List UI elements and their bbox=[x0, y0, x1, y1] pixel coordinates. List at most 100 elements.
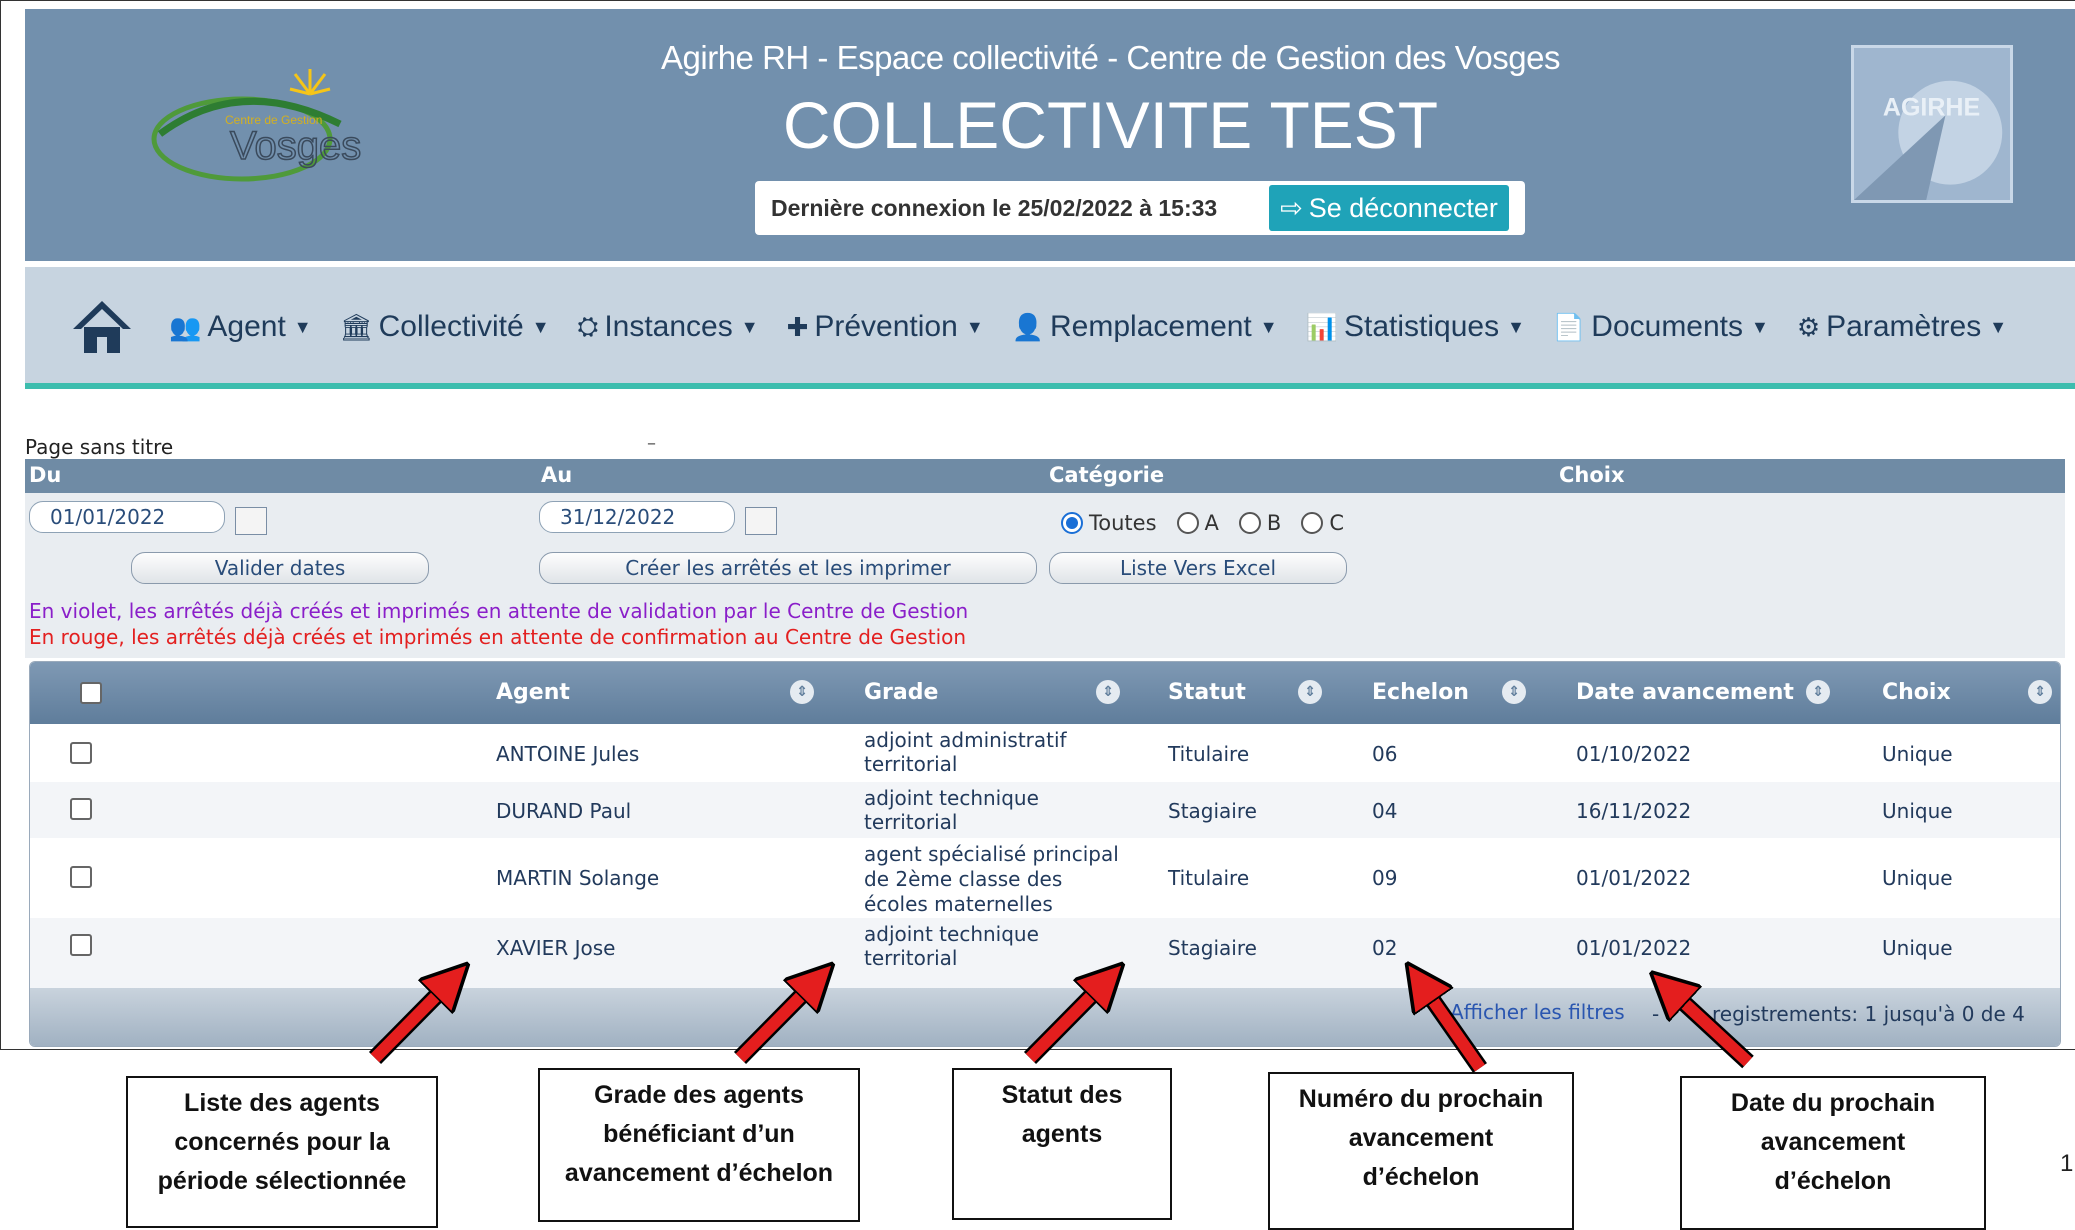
excel-export-button[interactable]: Liste Vers Excel bbox=[1049, 552, 1347, 584]
date-from-input[interactable]: 01/01/2022 bbox=[29, 501, 225, 533]
validate-dates-button[interactable]: Valider dates bbox=[131, 552, 429, 584]
table-row[interactable]: XAVIER Jose adjoint technique territorial… bbox=[30, 918, 2060, 988]
page-title: Page sans titre bbox=[25, 435, 174, 459]
cell-statut: Stagiaire bbox=[1168, 936, 1257, 960]
meeting-icon: ⛭ bbox=[577, 311, 599, 341]
sort-icon[interactable]: ⇕ bbox=[1806, 680, 1830, 704]
sort-icon[interactable]: ⇕ bbox=[2028, 680, 2052, 704]
radio-button[interactable] bbox=[1061, 512, 1083, 534]
cell-date: 01/10/2022 bbox=[1576, 742, 1692, 766]
radio-c[interactable]: C bbox=[1301, 511, 1344, 535]
logout-button[interactable]: ⇨ Se déconnecter bbox=[1269, 185, 1509, 231]
table-row[interactable]: DURAND Paul adjoint technique territorial… bbox=[30, 782, 2060, 838]
header-au: Au bbox=[541, 463, 573, 487]
calendar-icon[interactable] bbox=[235, 507, 267, 535]
header-choix: Choix bbox=[1559, 463, 1625, 487]
caret-down-icon: ▼ bbox=[531, 316, 550, 337]
cell-echelon: 06 bbox=[1372, 742, 1398, 766]
home-icon[interactable] bbox=[71, 299, 133, 355]
sort-icon[interactable]: ⇕ bbox=[1298, 680, 1322, 704]
row-checkbox[interactable] bbox=[70, 742, 92, 764]
nav-documents[interactable]: 📄 Documents ▼ bbox=[1553, 310, 1769, 344]
caret-down-icon: ▼ bbox=[740, 316, 759, 337]
caret-down-icon: ▼ bbox=[1507, 316, 1525, 337]
caret-down-icon: ▼ bbox=[1259, 316, 1278, 337]
date-to-input[interactable]: 31/12/2022 bbox=[539, 501, 735, 533]
sort-icon[interactable]: ⇕ bbox=[1096, 680, 1120, 704]
cogs-icon: ⚙ bbox=[1796, 311, 1821, 342]
site-title: Agirhe RH - Espace collectivité - Centre… bbox=[661, 39, 1560, 76]
cell-grade: adjoint technique territorial bbox=[864, 922, 1039, 970]
file-icon: 📄 bbox=[1552, 311, 1586, 342]
page-separator: – bbox=[647, 433, 656, 454]
radio-button[interactable] bbox=[1301, 512, 1324, 534]
cell-grade: adjoint technique territorial bbox=[864, 786, 1039, 834]
radio-button[interactable] bbox=[1238, 512, 1261, 534]
category-radio-group: Toutes A B C bbox=[1061, 511, 1364, 535]
col-grade[interactable]: Grade bbox=[864, 680, 938, 705]
nav-prevention[interactable]: ✚ Prévention ▼ bbox=[787, 310, 984, 344]
col-agent[interactable]: Agent bbox=[496, 680, 570, 705]
advancement-table: Agent ⇕ Grade ⇕ Statut ⇕ Echelon ⇕ Date … bbox=[29, 661, 2061, 1047]
cell-choix: Unique bbox=[1882, 866, 1953, 890]
cell-date: 01/01/2022 bbox=[1576, 866, 1692, 890]
radio-toutes[interactable]: Toutes bbox=[1061, 511, 1157, 535]
sort-icon[interactable]: ⇕ bbox=[1502, 680, 1526, 704]
chart-icon: 📊 bbox=[1305, 311, 1338, 342]
cell-date: 16/11/2022 bbox=[1576, 799, 1692, 823]
nav-statistiques[interactable]: 📊 Statistiques ▼ bbox=[1306, 310, 1525, 344]
table-row[interactable]: MARTIN Solange agent spécialisé principa… bbox=[30, 838, 2060, 918]
table-row[interactable]: ANTOINE Jules adjoint administratif terri… bbox=[30, 724, 2060, 782]
cell-agent: DURAND Paul bbox=[496, 799, 632, 823]
records-count: registrements: 1 jusqu'à 0 de 4 bbox=[1712, 1002, 2025, 1026]
collectivity-title: COLLECTIVITE TEST bbox=[782, 88, 1439, 162]
radio-a[interactable]: A bbox=[1176, 511, 1219, 535]
create-orders-button[interactable]: Créer les arrêtés et les imprimer bbox=[539, 552, 1037, 584]
show-filters-link[interactable]: Afficher les filtres bbox=[1450, 1000, 1625, 1024]
callout-echelon: Numéro du prochain avancement d’échelon bbox=[1268, 1072, 1574, 1230]
cell-statut: Titulaire bbox=[1168, 866, 1250, 890]
cell-choix: Unique bbox=[1882, 799, 1953, 823]
header-du: Du bbox=[29, 463, 62, 487]
nav-parametres[interactable]: ⚙ Paramètres ▼ bbox=[1797, 310, 2007, 344]
filter-header: Du Au Catégorie Choix bbox=[25, 459, 2065, 493]
legend-red: En rouge, les arrêtés déjà créés et impr… bbox=[29, 625, 967, 649]
col-choix[interactable]: Choix bbox=[1882, 680, 1951, 705]
callout-grade: Grade des agents bénéficiant d’un avanceme… bbox=[538, 1068, 860, 1222]
logout-label: Se déconnecter bbox=[1308, 192, 1498, 223]
cell-echelon: 04 bbox=[1372, 799, 1398, 823]
row-checkbox[interactable] bbox=[70, 798, 92, 820]
caret-down-icon: ▼ bbox=[1751, 316, 1769, 337]
radio-b[interactable]: B bbox=[1238, 511, 1281, 535]
col-date[interactable]: Date avancement bbox=[1576, 680, 1794, 705]
cell-statut: Titulaire bbox=[1168, 742, 1250, 766]
col-statut[interactable]: Statut bbox=[1168, 680, 1246, 705]
page-number: 1 bbox=[2060, 1150, 2074, 1177]
caret-down-icon: ▼ bbox=[965, 316, 984, 337]
cell-grade: agent spécialisé principal de 2ème classe… bbox=[864, 842, 1119, 916]
nav-agent[interactable]: 👥 Agent ▼ bbox=[169, 310, 312, 344]
nav-remplacement[interactable]: 👤 Remplacement ▼ bbox=[1012, 310, 1278, 344]
svg-text:AGIRHE: AGIRHE bbox=[1883, 93, 1980, 121]
medkit-icon: ✚ bbox=[786, 311, 809, 342]
cell-choix: Unique bbox=[1882, 936, 1953, 960]
sort-icon[interactable]: ⇕ bbox=[790, 680, 814, 704]
row-checkbox[interactable] bbox=[70, 866, 92, 888]
footer-separator: - bbox=[1652, 1002, 1660, 1026]
agirhe-logo: AGIRHE bbox=[1851, 45, 2013, 203]
calendar-icon[interactable] bbox=[745, 507, 777, 535]
caret-down-icon: ▼ bbox=[293, 316, 312, 337]
radio-button[interactable] bbox=[1176, 512, 1199, 534]
nav-collectivite[interactable]: 🏛 Collectivité ▼ bbox=[340, 310, 550, 344]
callout-agents: Liste des agents concernés pour la période… bbox=[126, 1076, 438, 1228]
nav-instances[interactable]: ⛭ Instances ▼ bbox=[578, 310, 759, 344]
sign-out-icon: ⇨ bbox=[1280, 192, 1303, 223]
col-echelon[interactable]: Echelon bbox=[1372, 680, 1469, 705]
select-all-checkbox[interactable] bbox=[80, 682, 102, 704]
user-clock-icon: 👤 bbox=[1011, 311, 1045, 342]
cell-grade: adjoint administratif territorial bbox=[864, 728, 1067, 776]
table-header: Agent ⇕ Grade ⇕ Statut ⇕ Echelon ⇕ Date … bbox=[30, 662, 2060, 724]
row-checkbox[interactable] bbox=[70, 934, 92, 956]
main-navigation: 👥 Agent ▼ 🏛 Collectivité ▼ ⛭ Instances ▼… bbox=[25, 267, 2075, 389]
cell-echelon: 02 bbox=[1372, 936, 1398, 960]
